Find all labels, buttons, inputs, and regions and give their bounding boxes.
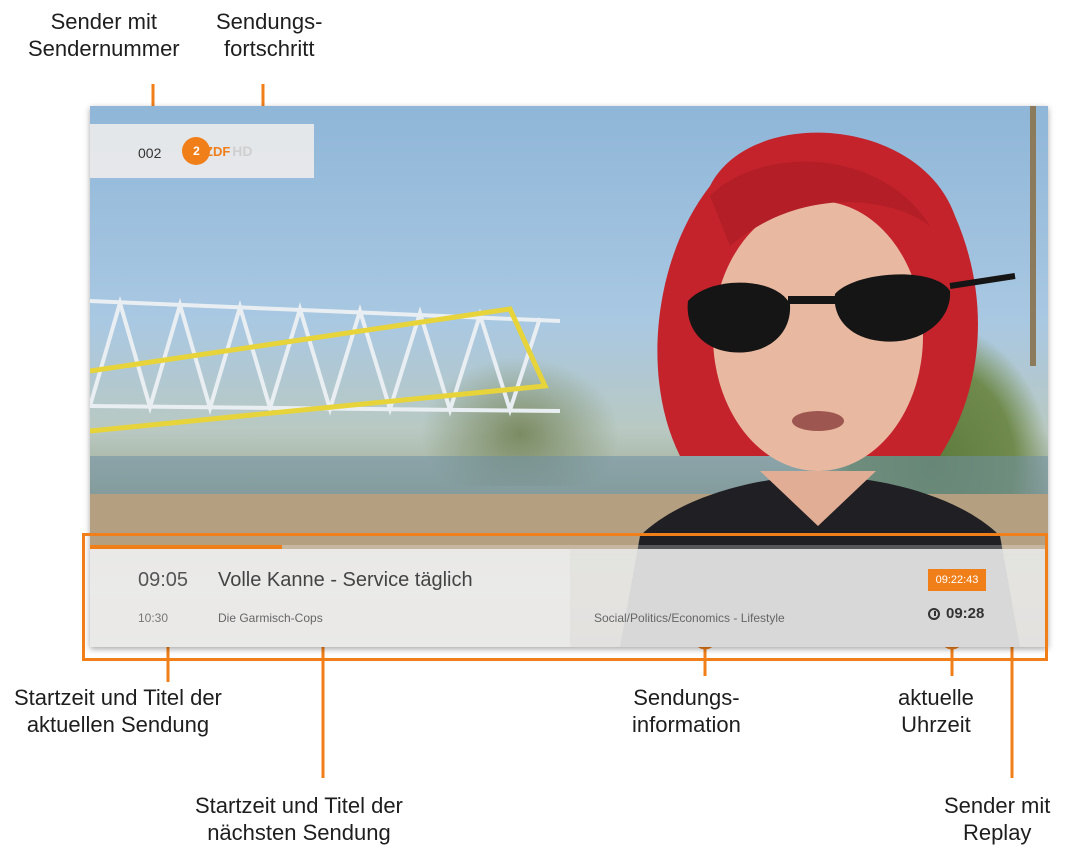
background-bridge bbox=[90, 295, 560, 434]
channel-logo: 2 ZDF HD bbox=[182, 136, 253, 166]
annotation-progress: Sendungs- fortschritt bbox=[216, 9, 323, 61]
channel-logo-text: ZDF bbox=[205, 143, 231, 159]
background-crane bbox=[1030, 106, 1036, 366]
annotation-show-info: Sendungs- information bbox=[632, 685, 741, 737]
channel-logo-hd: HD bbox=[232, 143, 253, 159]
annotation-sender-number: Sender mit Sendernummer bbox=[28, 9, 180, 61]
banner-highlight-frame bbox=[82, 533, 1048, 661]
channel-number: 002 bbox=[138, 145, 162, 161]
annotation-next-show: Startzeit und Titel der nächsten Sendung bbox=[195, 793, 403, 845]
channel-info-box: 002 2 ZDF HD bbox=[90, 124, 314, 178]
annotation-current-show: Startzeit und Titel der aktuellen Sendun… bbox=[14, 685, 222, 737]
annotation-current-time: aktuelle Uhrzeit bbox=[898, 685, 974, 737]
annotation-replay: Sender mit Replay bbox=[944, 793, 1051, 845]
